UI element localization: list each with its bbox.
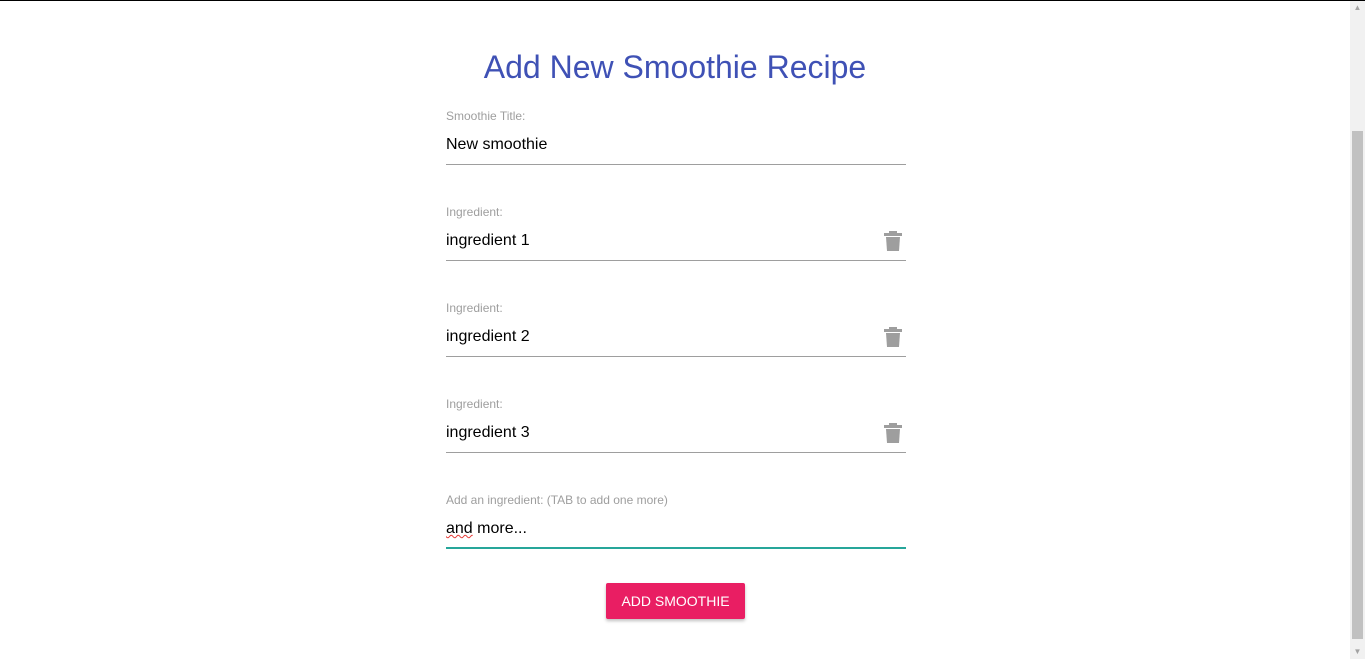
ingredient-input[interactable]: ingredient 3 bbox=[446, 423, 530, 443]
add-smoothie-page: Add New Smoothie Recipe Smoothie Title: … bbox=[0, 1, 1350, 659]
add-smoothie-button[interactable]: ADD SMOOTHIE bbox=[606, 583, 745, 619]
add-ingredient-text: more... bbox=[472, 520, 527, 537]
field-underline-active bbox=[446, 547, 906, 549]
trash-icon[interactable] bbox=[884, 327, 902, 347]
spellcheck-word: and bbox=[446, 520, 473, 537]
page-title: Add New Smoothie Recipe bbox=[483, 49, 867, 85]
ingredient-input[interactable]: ingredient 1 bbox=[446, 231, 530, 251]
ingredient-input[interactable]: ingredient 2 bbox=[446, 327, 530, 347]
add-ingredient-input[interactable]: and more... bbox=[446, 519, 527, 539]
field-underline bbox=[446, 260, 906, 261]
smoothie-title-field[interactable]: Smoothie Title: New smoothie bbox=[446, 109, 906, 173]
scroll-up-icon[interactable]: ▲ bbox=[1350, 1, 1365, 15]
add-ingredient-field[interactable]: Add an ingredient: (TAB to add one more)… bbox=[446, 493, 906, 557]
field-underline bbox=[446, 356, 906, 357]
ingredient-field-2[interactable]: Ingredient: ingredient 2 bbox=[446, 301, 906, 365]
scrollbar-thumb[interactable] bbox=[1352, 131, 1363, 639]
ingredient-label: Ingredient: bbox=[446, 301, 503, 315]
scroll-down-icon[interactable]: ▼ bbox=[1350, 645, 1365, 659]
ingredient-field-3[interactable]: Ingredient: ingredient 3 bbox=[446, 397, 906, 461]
smoothie-title-input[interactable]: New smoothie bbox=[446, 135, 547, 155]
vertical-scrollbar[interactable]: ▲ ▼ bbox=[1350, 1, 1365, 659]
ingredient-label: Ingredient: bbox=[446, 397, 503, 411]
field-underline bbox=[446, 452, 906, 453]
trash-icon[interactable] bbox=[884, 231, 902, 251]
field-underline bbox=[446, 164, 906, 165]
ingredient-field-1[interactable]: Ingredient: ingredient 1 bbox=[446, 205, 906, 269]
trash-icon[interactable] bbox=[884, 423, 902, 443]
ingredient-label: Ingredient: bbox=[446, 205, 503, 219]
smoothie-title-label: Smoothie Title: bbox=[446, 109, 526, 123]
add-ingredient-label: Add an ingredient: (TAB to add one more) bbox=[446, 493, 668, 507]
